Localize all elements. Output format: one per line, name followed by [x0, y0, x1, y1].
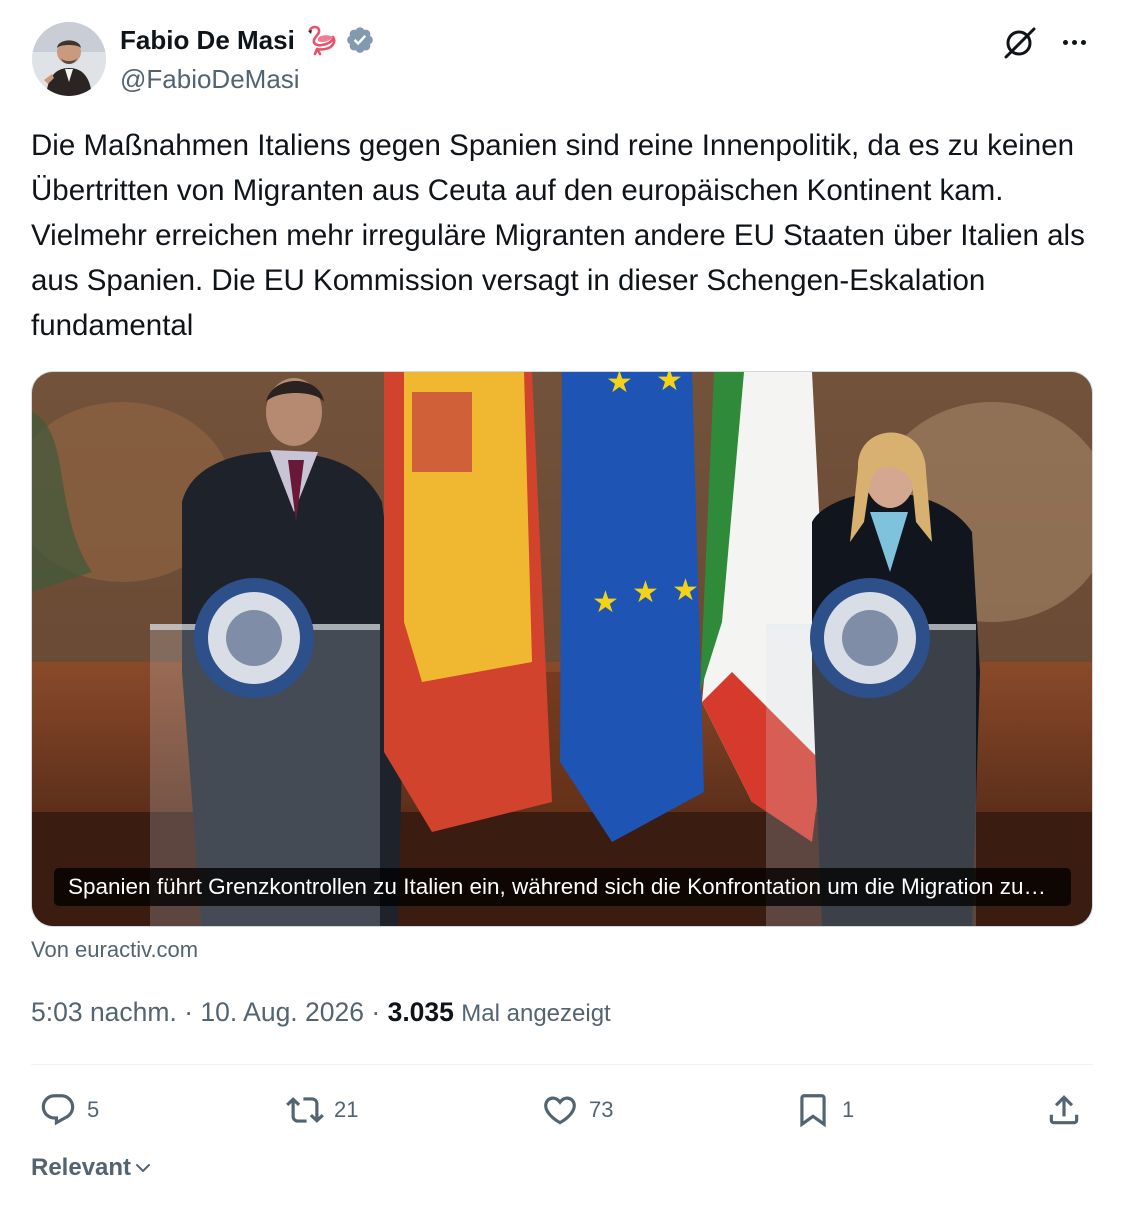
views-count: 3.035: [387, 997, 454, 1027]
heart-icon: [544, 1096, 576, 1125]
author-name-row: Fabio De Masi: [120, 24, 375, 56]
reply-button[interactable]: 5: [39, 1086, 99, 1134]
svg-text:★: ★: [672, 574, 699, 607]
tweet-header: Fabio De Masi @FabioDeMasi: [32, 22, 1092, 102]
chevron-down-icon: [136, 1164, 151, 1172]
sort-label: Relevant: [31, 1154, 132, 1181]
author-handle[interactable]: @FabioDeMasi: [120, 64, 300, 95]
dot: [1080, 39, 1086, 45]
share-icon: [1049, 1095, 1079, 1125]
avatar-image: [32, 22, 106, 96]
svg-text:★: ★: [606, 372, 633, 399]
svg-text:★: ★: [656, 372, 683, 397]
action-bar: 5 21 73 1: [31, 1086, 1093, 1134]
card-image: ★ ★ ★ ★ ★: [32, 372, 1092, 926]
tweet-time[interactable]: 5:03 nachm.: [31, 997, 177, 1027]
bookmark-button[interactable]: 1: [794, 1086, 854, 1134]
grok-icon[interactable]: [1002, 24, 1038, 60]
author-display-name[interactable]: Fabio De Masi: [120, 25, 295, 56]
repost-icon: [286, 1097, 324, 1123]
reply-icon: [41, 1094, 75, 1126]
tweet-text: Die Maßnahmen Italiens gegen Spanien sin…: [31, 129, 1085, 342]
sort-dropdown[interactable]: Relevant: [31, 1154, 153, 1182]
reply-count: 5: [87, 1097, 100, 1122]
divider: [31, 1064, 1093, 1065]
link-card[interactable]: ★ ★ ★ ★ ★ Spanien führt Grenzkontrollen …: [31, 371, 1093, 927]
more-options-icon[interactable]: [1056, 26, 1092, 58]
card-caption: Spanien führt Grenzkontrollen zu Italien…: [54, 868, 1071, 906]
like-count: 73: [589, 1097, 614, 1122]
bookmark-icon: [800, 1094, 826, 1128]
flamingo-emoji: [307, 25, 336, 56]
views-label: Mal angezeigt: [461, 1000, 611, 1027]
repost-count: 21: [334, 1097, 359, 1122]
verified-badge-icon: [347, 27, 373, 53]
like-button[interactable]: 73: [541, 1086, 613, 1134]
meta-separator: ·: [371, 997, 381, 1027]
svg-text:★: ★: [592, 586, 619, 619]
meta-separator: ·: [184, 997, 194, 1027]
card-source[interactable]: Von euractiv.com: [31, 937, 198, 963]
share-button[interactable]: [1045, 1086, 1083, 1134]
svg-text:★: ★: [632, 576, 659, 609]
dot: [1071, 39, 1077, 45]
author-avatar[interactable]: [32, 22, 106, 96]
dot: [1062, 39, 1068, 45]
bookmark-count: 1: [842, 1097, 855, 1122]
tweet-meta: 5:03 nachm. · 10. Aug. 2026 · 3.035 Mal …: [31, 997, 611, 1028]
tweet-date[interactable]: 10. Aug. 2026: [200, 997, 364, 1027]
repost-button[interactable]: 21: [286, 1086, 358, 1134]
